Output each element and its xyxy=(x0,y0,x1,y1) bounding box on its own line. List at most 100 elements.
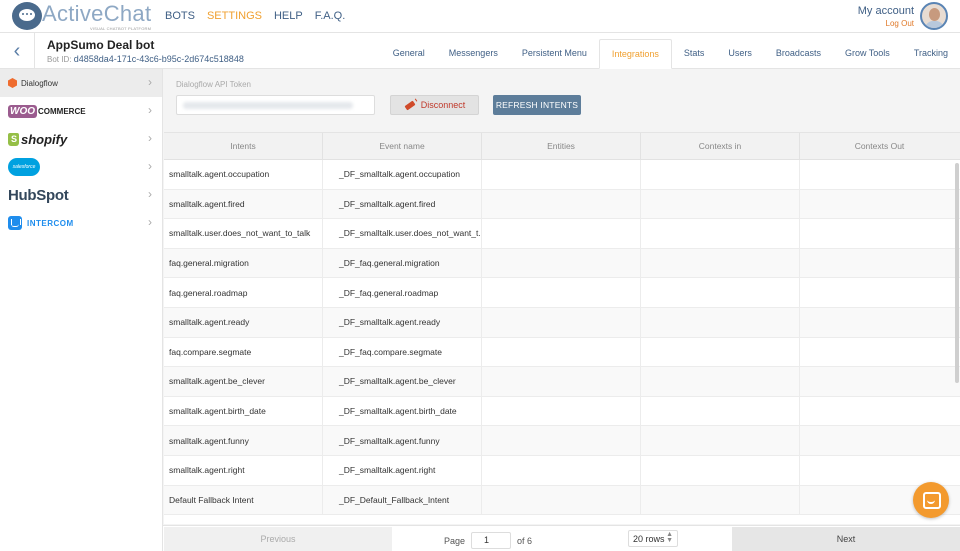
sidebar-item-dialogflow[interactable]: Dialogflow › xyxy=(0,69,162,97)
cell-contexts-out xyxy=(800,367,959,396)
bot-header: ‹ AppSumo Deal bot Bot ID: d4858da4-171c… xyxy=(0,33,960,69)
table-row[interactable]: smalltalk.user.does_not_want_to_talk _DF_… xyxy=(164,219,960,249)
previous-page-button[interactable]: Previous xyxy=(164,527,392,551)
back-chevron-icon[interactable]: ‹ xyxy=(0,33,35,69)
cell-event-name: _DF_smalltalk.agent.right xyxy=(323,455,482,485)
nav-settings[interactable]: SETTINGS xyxy=(207,10,262,22)
sidebar-item-hubspot[interactable]: HubSpot › xyxy=(0,181,162,209)
sidebar-item-woocommerce[interactable]: WOO COMMERCE › xyxy=(0,97,162,125)
dialogflow-label: Dialogflow xyxy=(21,78,58,88)
chevron-right-icon: › xyxy=(148,159,152,173)
tab-stats[interactable]: Stats xyxy=(672,39,717,69)
my-account-link[interactable]: My account xyxy=(858,5,914,17)
table-header: Intents Event name Entities Contexts in … xyxy=(164,133,960,160)
api-token-field[interactable] xyxy=(176,95,375,115)
cell-entities xyxy=(482,426,641,455)
intents-table: Intents Event name Entities Contexts in … xyxy=(164,132,960,524)
refresh-intents-button[interactable]: REFRESH INTENTS xyxy=(493,95,581,115)
cell-contexts-out xyxy=(800,190,959,219)
redacted-token xyxy=(183,102,353,109)
table-row[interactable]: smalltalk.agent.be_clever _DF_smalltalk.a… xyxy=(164,367,960,397)
tab-messengers[interactable]: Messengers xyxy=(437,39,510,69)
cell-intent: smalltalk.agent.be_clever xyxy=(164,367,323,396)
cell-contexts-out xyxy=(800,249,959,278)
table-row[interactable]: faq.compare.segmate _DF_faq.compare.segma… xyxy=(164,337,960,368)
cell-contexts-in xyxy=(641,426,800,455)
table-scrollbar[interactable] xyxy=(955,163,959,383)
cell-contexts-in xyxy=(641,485,800,515)
table-row[interactable]: smalltalk.agent.funny _DF_smalltalk.agent… xyxy=(164,426,960,456)
cell-event-name: _DF_smalltalk.agent.be_clever xyxy=(323,367,482,396)
dialogflow-logo: Dialogflow xyxy=(8,78,58,88)
cell-event-name: _DF_faq.compare.segmate xyxy=(323,337,482,367)
table-row[interactable]: faq.general.roadmap _DF_faq.general.roadm… xyxy=(164,278,960,308)
tab-persistent-menu[interactable]: Persistent Menu xyxy=(510,39,599,69)
shopify-logo: shopify xyxy=(8,132,67,147)
cell-contexts-in xyxy=(641,307,800,337)
cell-entities xyxy=(482,160,641,189)
cell-entities xyxy=(482,278,641,307)
tab-users[interactable]: Users xyxy=(716,39,764,69)
page-number-input[interactable]: 1 xyxy=(471,532,512,549)
table-row[interactable]: smalltalk.agent.ready _DF_smalltalk.agent… xyxy=(164,307,960,338)
table-row[interactable]: faq.general.migration _DF_faq.general.mig… xyxy=(164,248,960,279)
disconnect-button[interactable]: Disconnect xyxy=(390,95,479,115)
cell-event-name: _DF_faq.general.roadmap xyxy=(323,278,482,307)
cell-intent: smalltalk.agent.ready xyxy=(164,307,323,337)
cell-entities xyxy=(482,455,641,485)
cell-contexts-in xyxy=(641,248,800,278)
chat-bubble-logo-icon xyxy=(12,2,42,30)
nav-help[interactable]: HELP xyxy=(274,10,303,22)
cell-intent: faq.compare.segmate xyxy=(164,337,323,367)
table-row[interactable]: smalltalk.agent.right _DF_smalltalk.agent… xyxy=(164,455,960,486)
cell-event-name: _DF_smalltalk.agent.fired xyxy=(323,189,482,219)
salesforce-logo: salesforce xyxy=(8,158,40,176)
activechat-logo[interactable]: ActiveChat VISUAL CHATBOT PLATFORM xyxy=(12,1,151,32)
column-header-entities[interactable]: Entities xyxy=(482,133,641,159)
chevron-right-icon: › xyxy=(148,75,152,89)
tab-tracking[interactable]: Tracking xyxy=(902,39,960,69)
sidebar-item-intercom[interactable]: INTERCOM › xyxy=(0,209,162,237)
sidebar-item-shopify[interactable]: shopify › xyxy=(0,125,162,153)
column-header-event-name[interactable]: Event name xyxy=(323,133,482,159)
sidebar-item-salesforce[interactable]: salesforce › xyxy=(0,153,162,181)
tab-grow-tools[interactable]: Grow Tools xyxy=(833,39,902,69)
cell-entities xyxy=(482,219,641,248)
nav-faq[interactable]: F.A.Q. xyxy=(315,10,346,22)
cell-contexts-in xyxy=(641,337,800,367)
cell-contexts-out xyxy=(800,160,959,189)
salesforce-label: salesforce xyxy=(12,164,36,170)
chevron-right-icon: › xyxy=(148,131,152,145)
cell-entities xyxy=(482,396,641,426)
cell-contexts-out xyxy=(800,397,959,426)
tab-broadcasts[interactable]: Broadcasts xyxy=(764,39,833,69)
cell-event-name: _DF_smalltalk.user.does_not_want_t... xyxy=(323,219,482,248)
nav-bots[interactable]: BOTS xyxy=(165,10,195,22)
cell-entities xyxy=(482,248,641,278)
cell-contexts-out xyxy=(800,219,959,248)
chat-widget-icon[interactable] xyxy=(913,482,949,518)
logo-tagline: VISUAL CHATBOT PLATFORM xyxy=(90,26,152,31)
cell-contexts-out xyxy=(800,308,959,337)
next-page-button[interactable]: Next xyxy=(732,527,960,551)
cell-event-name: _DF_faq.general.migration xyxy=(323,248,482,278)
cell-entities xyxy=(482,367,641,396)
table-row[interactable]: smalltalk.agent.occupation _DF_smalltalk.… xyxy=(164,160,960,190)
table-row[interactable]: smalltalk.agent.birth_date _DF_smalltalk.… xyxy=(164,396,960,427)
table-row[interactable]: smalltalk.agent.fired _DF_smalltalk.agent… xyxy=(164,189,960,220)
cell-contexts-in xyxy=(641,367,800,396)
cell-entities xyxy=(482,337,641,367)
cell-event-name: _DF_smalltalk.agent.birth_date xyxy=(323,396,482,426)
tab-general[interactable]: General xyxy=(381,39,437,69)
table-row[interactable]: Default Fallback Intent _DF_Default_Fallb… xyxy=(164,485,960,516)
avatar[interactable] xyxy=(920,2,948,30)
rows-per-page-select[interactable]: 20 rows ▲ ▼ xyxy=(628,530,678,547)
column-header-intents[interactable]: Intents xyxy=(164,133,323,159)
woocommerce-logo: WOO COMMERCE xyxy=(8,104,86,118)
logout-link[interactable]: Log Out xyxy=(858,19,914,28)
rows-per-page-value: 20 rows xyxy=(633,533,665,544)
column-header-contexts-in[interactable]: Contexts in xyxy=(641,133,800,159)
cell-contexts-in xyxy=(641,189,800,219)
tab-integrations[interactable]: Integrations xyxy=(598,39,672,69)
column-header-contexts-out[interactable]: Contexts Out xyxy=(800,133,959,159)
